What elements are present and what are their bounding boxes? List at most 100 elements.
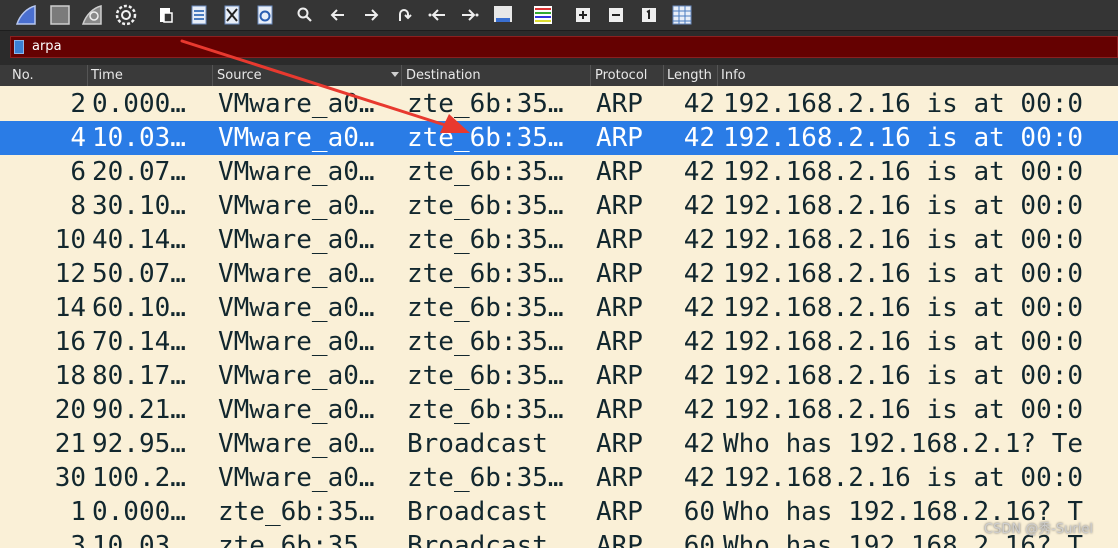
restart-fin-icon[interactable] [80, 3, 104, 27]
packet-destination: zte_6b:35… [407, 191, 564, 221]
packet-protocol: ARP [596, 89, 643, 119]
last-packet-icon[interactable] [458, 3, 482, 27]
packet-row-selected[interactable]: 4 10.03… VMware_a0… zte_6b:35… ARP 42 192.168.… [0, 121, 1118, 155]
packet-number: 2 [70, 89, 86, 119]
packet-time: 90.21… [92, 395, 186, 425]
packet-length: 42 [683, 463, 715, 493]
packet-destination: zte_6b:35… [407, 259, 564, 289]
packet-source: VMware_a0… [218, 259, 375, 289]
packet-length: 42 [683, 89, 715, 119]
packet-number: 30 [54, 463, 86, 493]
open-file-icon[interactable] [154, 3, 178, 27]
packet-row[interactable]: 16 70.14… VMware_a0… zte_6b:35… ARP 42 192.168… [0, 325, 1118, 359]
packet-number: 1 [70, 497, 86, 527]
packet-source: VMware_a0… [218, 157, 375, 187]
packet-info: 192.168.2.16 is at 00:0 [723, 361, 1084, 391]
packet-source: VMware_a0… [218, 293, 375, 323]
packet-protocol: ARP [596, 497, 643, 527]
packet-destination: zte_6b:35… [407, 123, 564, 153]
gear-options-icon[interactable] [114, 3, 138, 27]
packet-row[interactable]: 1 0.000… zte_6b:35… Broadcast ARP 60 Who has 1… [0, 495, 1118, 529]
column-header-info[interactable]: Info [717, 65, 1118, 86]
find-icon[interactable] [293, 3, 317, 27]
sort-descending-icon [391, 72, 399, 77]
csdn-watermark: CSDN @秀-Suriel [984, 522, 1093, 537]
colorize-icon[interactable] [531, 3, 555, 27]
packet-length: 60 [683, 497, 715, 527]
column-header-time[interactable]: Time [87, 65, 213, 86]
packet-length: 42 [683, 191, 715, 221]
packet-number: 21 [54, 429, 86, 459]
packet-source: VMware_a0… [218, 429, 375, 459]
packet-number: 10 [54, 225, 86, 255]
packet-length: 42 [683, 361, 715, 391]
packet-destination: zte_6b:35… [407, 395, 564, 425]
packet-protocol: ARP [596, 361, 643, 391]
packet-row[interactable]: 2 0.000… VMware_a0… zte_6b:35… ARP 42 192.168.… [0, 87, 1118, 121]
packet-destination: Broadcast [407, 497, 548, 527]
packet-destination: zte_6b:35… [407, 225, 564, 255]
packet-row[interactable]: 14 60.10… VMware_a0… zte_6b:35… ARP 42 192.168… [0, 291, 1118, 325]
packet-time: 70.14… [92, 327, 186, 357]
packet-time: 60.10… [92, 293, 186, 323]
packet-source: VMware_a0… [218, 191, 375, 221]
packet-source: VMware_a0… [218, 89, 375, 119]
packet-row[interactable]: 6 20.07… VMware_a0… zte_6b:35… ARP 42 192.168.… [0, 155, 1118, 189]
save-file-icon[interactable] [187, 3, 211, 27]
reload-file-icon[interactable] [253, 3, 277, 27]
packet-info: Who has 192.168.2.1? Te [723, 429, 1084, 459]
packet-row[interactable]: 30 100.2… VMware_a0… zte_6b:35… ARP 42 192.168… [0, 461, 1118, 495]
packet-info: 192.168.2.16 is at 00:0 [723, 225, 1084, 255]
go-back-icon[interactable] [326, 3, 350, 27]
column-header-no[interactable]: No. [8, 65, 88, 86]
packet-time: 10.03… [92, 123, 186, 153]
packet-row[interactable]: 8 30.10… VMware_a0… zte_6b:35… ARP 42 192.168.… [0, 189, 1118, 223]
normal-size-icon[interactable] [637, 3, 661, 27]
wireshark-fin-icon[interactable] [14, 3, 38, 27]
column-header-destination[interactable]: Destination [402, 65, 591, 86]
packet-info: 192.168.2.16 is at 00:0 [723, 463, 1084, 493]
packet-source: zte_6b:35… [218, 531, 375, 548]
stop-square-icon[interactable] [48, 3, 72, 27]
packet-protocol: ARP [596, 259, 643, 289]
packet-row[interactable]: 18 80.17… VMware_a0… zte_6b:35… ARP 42 192.168… [0, 359, 1118, 393]
column-header-length[interactable]: Length [663, 65, 718, 86]
packet-protocol: ARP [596, 429, 643, 459]
packet-row[interactable]: 10 40.14… VMware_a0… zte_6b:35… ARP 42 192.168… [0, 223, 1118, 257]
packet-protocol: ARP [596, 157, 643, 187]
packet-time: 20.07… [92, 157, 186, 187]
zoom-in-icon[interactable] [571, 3, 595, 27]
packet-time: 10.03… [92, 531, 186, 548]
go-forward-icon[interactable] [359, 3, 383, 27]
column-header-source[interactable]: Source [213, 65, 402, 86]
bookmark-icon[interactable] [14, 40, 24, 54]
column-header-protocol[interactable]: Protocol [591, 65, 664, 86]
go-to-packet-icon[interactable] [392, 3, 416, 27]
packet-protocol: ARP [596, 225, 643, 255]
packet-source: VMware_a0… [218, 395, 375, 425]
packet-row[interactable]: 12 50.07… VMware_a0… zte_6b:35… ARP 42 192.168… [0, 257, 1118, 291]
display-filter-text[interactable]: arpa [32, 39, 62, 55]
packet-info: 192.168.2.16 is at 00:0 [723, 395, 1084, 425]
resize-columns-icon[interactable] [670, 3, 694, 27]
packet-destination: zte_6b:35… [407, 89, 564, 119]
autoscroll-icon[interactable] [491, 3, 515, 27]
packet-row[interactable]: 3 10.03… zte_6b:35… Broadcast ARP 60 Who has 1… [0, 529, 1118, 548]
packet-row[interactable]: 20 90.21… VMware_a0… zte_6b:35… ARP 42 192.168… [0, 393, 1118, 427]
packet-protocol: ARP [596, 463, 643, 493]
packet-time: 92.95… [92, 429, 186, 459]
packet-source: VMware_a0… [218, 327, 375, 357]
packet-source: zte_6b:35… [218, 497, 375, 527]
zoom-out-icon[interactable] [604, 3, 628, 27]
packet-time: 0.000… [92, 89, 186, 119]
first-packet-icon[interactable] [425, 3, 449, 27]
packet-row[interactable]: 21 92.95… VMware_a0… Broadcast ARP 42 Who has … [0, 427, 1118, 461]
packet-length: 42 [683, 395, 715, 425]
packet-time: 50.07… [92, 259, 186, 289]
close-file-icon[interactable] [220, 3, 244, 27]
packet-source: VMware_a0… [218, 123, 375, 153]
packet-list[interactable]: 2 0.000… VMware_a0… zte_6b:35… ARP 42 192.168.… [0, 86, 1118, 548]
display-filter-input[interactable]: arpa [10, 36, 1118, 58]
packet-destination: zte_6b:35… [407, 293, 564, 323]
packet-destination: zte_6b:35… [407, 463, 564, 493]
